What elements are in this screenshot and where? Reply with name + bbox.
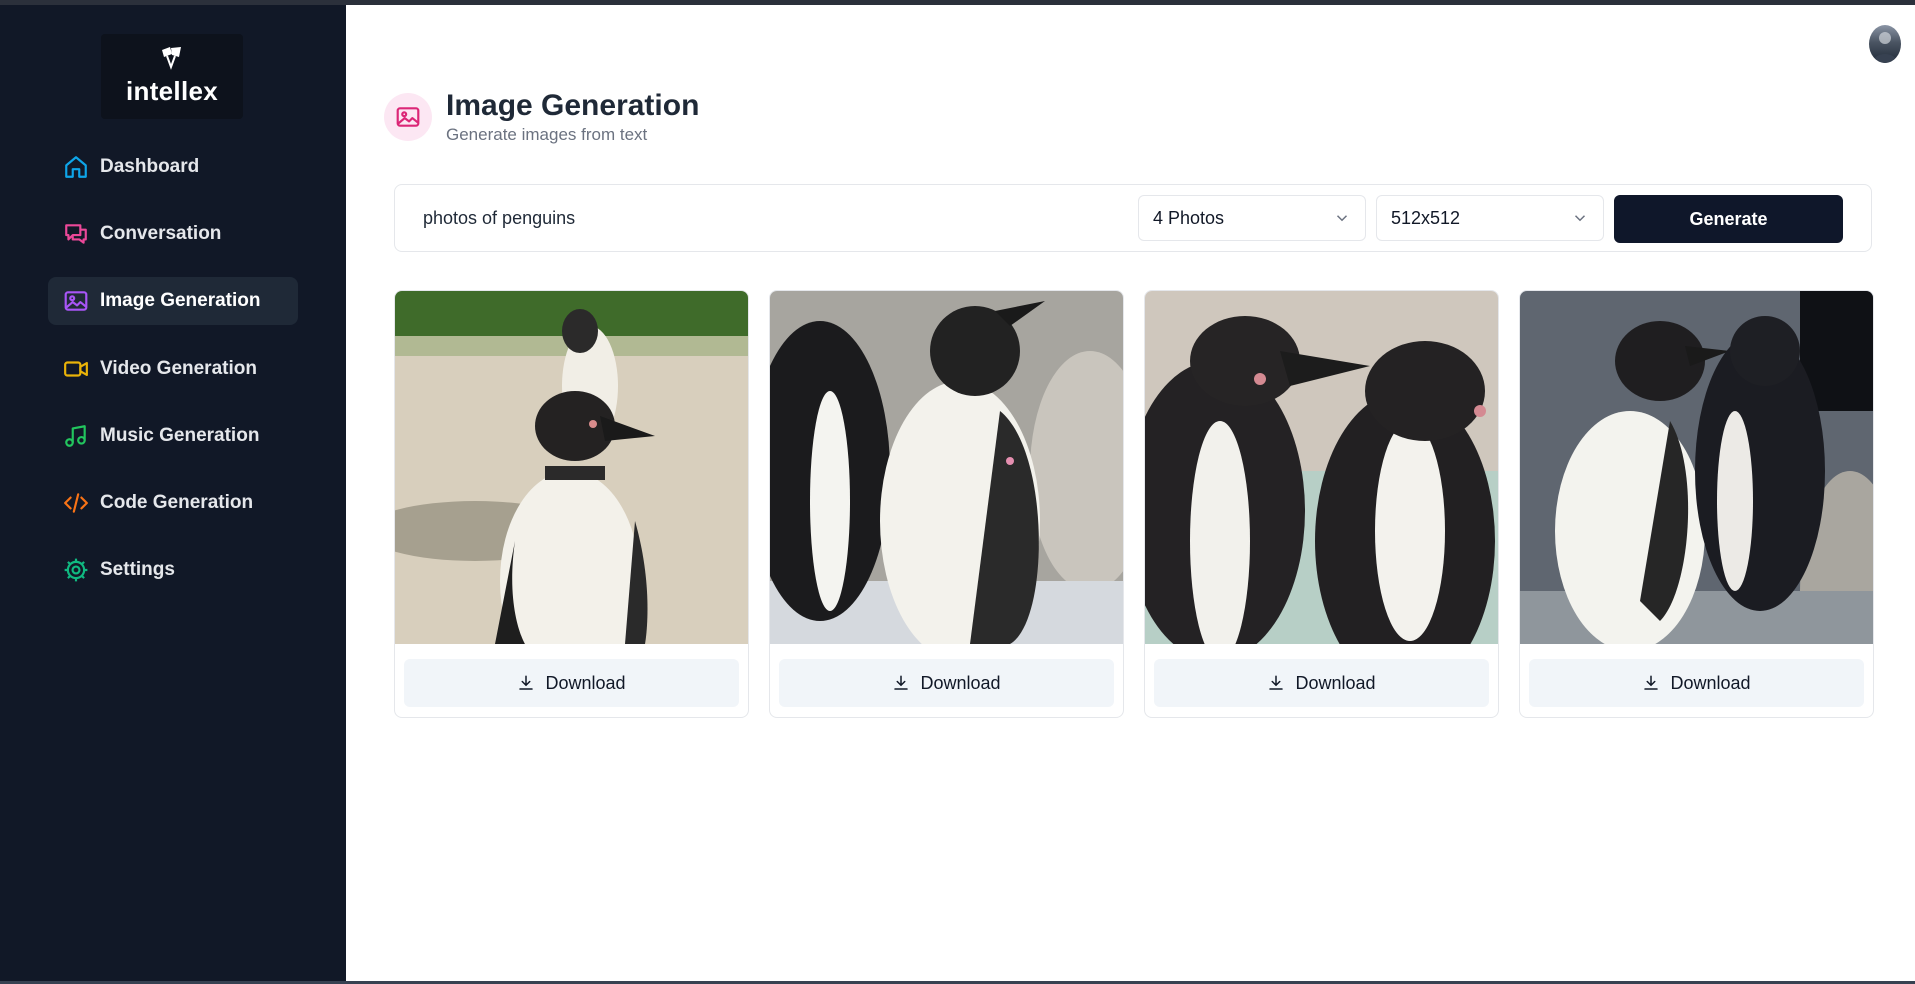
sidebar-item-label: Image Generation: [100, 290, 261, 311]
logo[interactable]: intellex: [101, 34, 243, 119]
download-label: Download: [920, 672, 1001, 693]
logo-text: intellex: [126, 76, 218, 106]
prompt-input[interactable]: [411, 197, 1111, 239]
chevron-down-icon: [1336, 215, 1348, 222]
download-label: Download: [1295, 672, 1376, 693]
sidebar-item-label: Dashboard: [100, 156, 200, 177]
main-content: Image Generation Generate images from te…: [346, 5, 1915, 984]
amount-select[interactable]: 4 Photos: [1138, 195, 1366, 241]
download-button[interactable]: Download: [1154, 659, 1489, 707]
sidebar-item-image-generation[interactable]: Image Generation: [48, 277, 298, 325]
page-title: Image Generation: [446, 89, 700, 122]
page-header: Image Generation Generate images from te…: [384, 89, 699, 145]
generated-image[interactable]: [770, 291, 1124, 644]
generation-form: 4 Photos 512x512 Generate: [394, 184, 1872, 252]
download-icon: [1269, 675, 1284, 690]
download-button[interactable]: Download: [404, 659, 739, 707]
download-icon: [894, 675, 909, 690]
page-subtitle: Generate images from text: [446, 125, 648, 144]
sidebar-item-code-generation[interactable]: Code Generation: [48, 479, 298, 527]
download-button[interactable]: Download: [779, 659, 1114, 707]
sidebar-item-label: Settings: [100, 559, 175, 580]
chevron-down-icon: [1574, 215, 1586, 222]
image-icon: [62, 287, 90, 315]
generated-image[interactable]: [1520, 291, 1874, 644]
sidebar-item-dashboard[interactable]: Dashboard: [48, 143, 298, 191]
music-icon: [62, 422, 90, 450]
image-card: Download: [769, 290, 1124, 718]
download-button[interactable]: Download: [1529, 659, 1864, 707]
image-card: Download: [394, 290, 749, 718]
resolution-select[interactable]: 512x512: [1376, 195, 1604, 241]
sidebar: intellex Dashboard Conversation Image Ge…: [0, 5, 346, 984]
sidebar-item-video-generation[interactable]: Video Generation: [48, 345, 298, 393]
settings-icon: [62, 556, 90, 584]
image-card: Download: [1519, 290, 1874, 718]
image-icon: [384, 93, 432, 141]
sidebar-item-label: Code Generation: [100, 492, 254, 513]
image-card: Download: [1144, 290, 1499, 718]
sidebar-item-conversation[interactable]: Conversation: [48, 210, 298, 258]
user-avatar[interactable]: [1869, 25, 1901, 63]
sidebar-item-label: Music Generation: [100, 425, 260, 446]
generated-image[interactable]: [395, 291, 749, 644]
download-icon: [1644, 675, 1659, 690]
sidebar-item-label: Conversation: [100, 223, 222, 244]
video-icon: [62, 355, 90, 383]
logo-icon: [162, 47, 181, 70]
amount-select-value: 4 Photos: [1153, 207, 1225, 228]
download-label: Download: [1670, 672, 1751, 693]
chat-icon: [62, 220, 90, 248]
resolution-select-value: 512x512: [1391, 207, 1461, 228]
generated-image[interactable]: [1145, 291, 1499, 644]
sidebar-item-music-generation[interactable]: Music Generation: [48, 412, 298, 460]
sidebar-item-settings[interactable]: Settings: [48, 546, 298, 594]
generate-button[interactable]: Generate: [1614, 195, 1843, 243]
download-label: Download: [545, 672, 626, 693]
home-icon: [62, 153, 90, 181]
download-icon: [519, 675, 534, 690]
code-icon: [62, 489, 90, 517]
sidebar-item-label: Video Generation: [100, 358, 257, 379]
